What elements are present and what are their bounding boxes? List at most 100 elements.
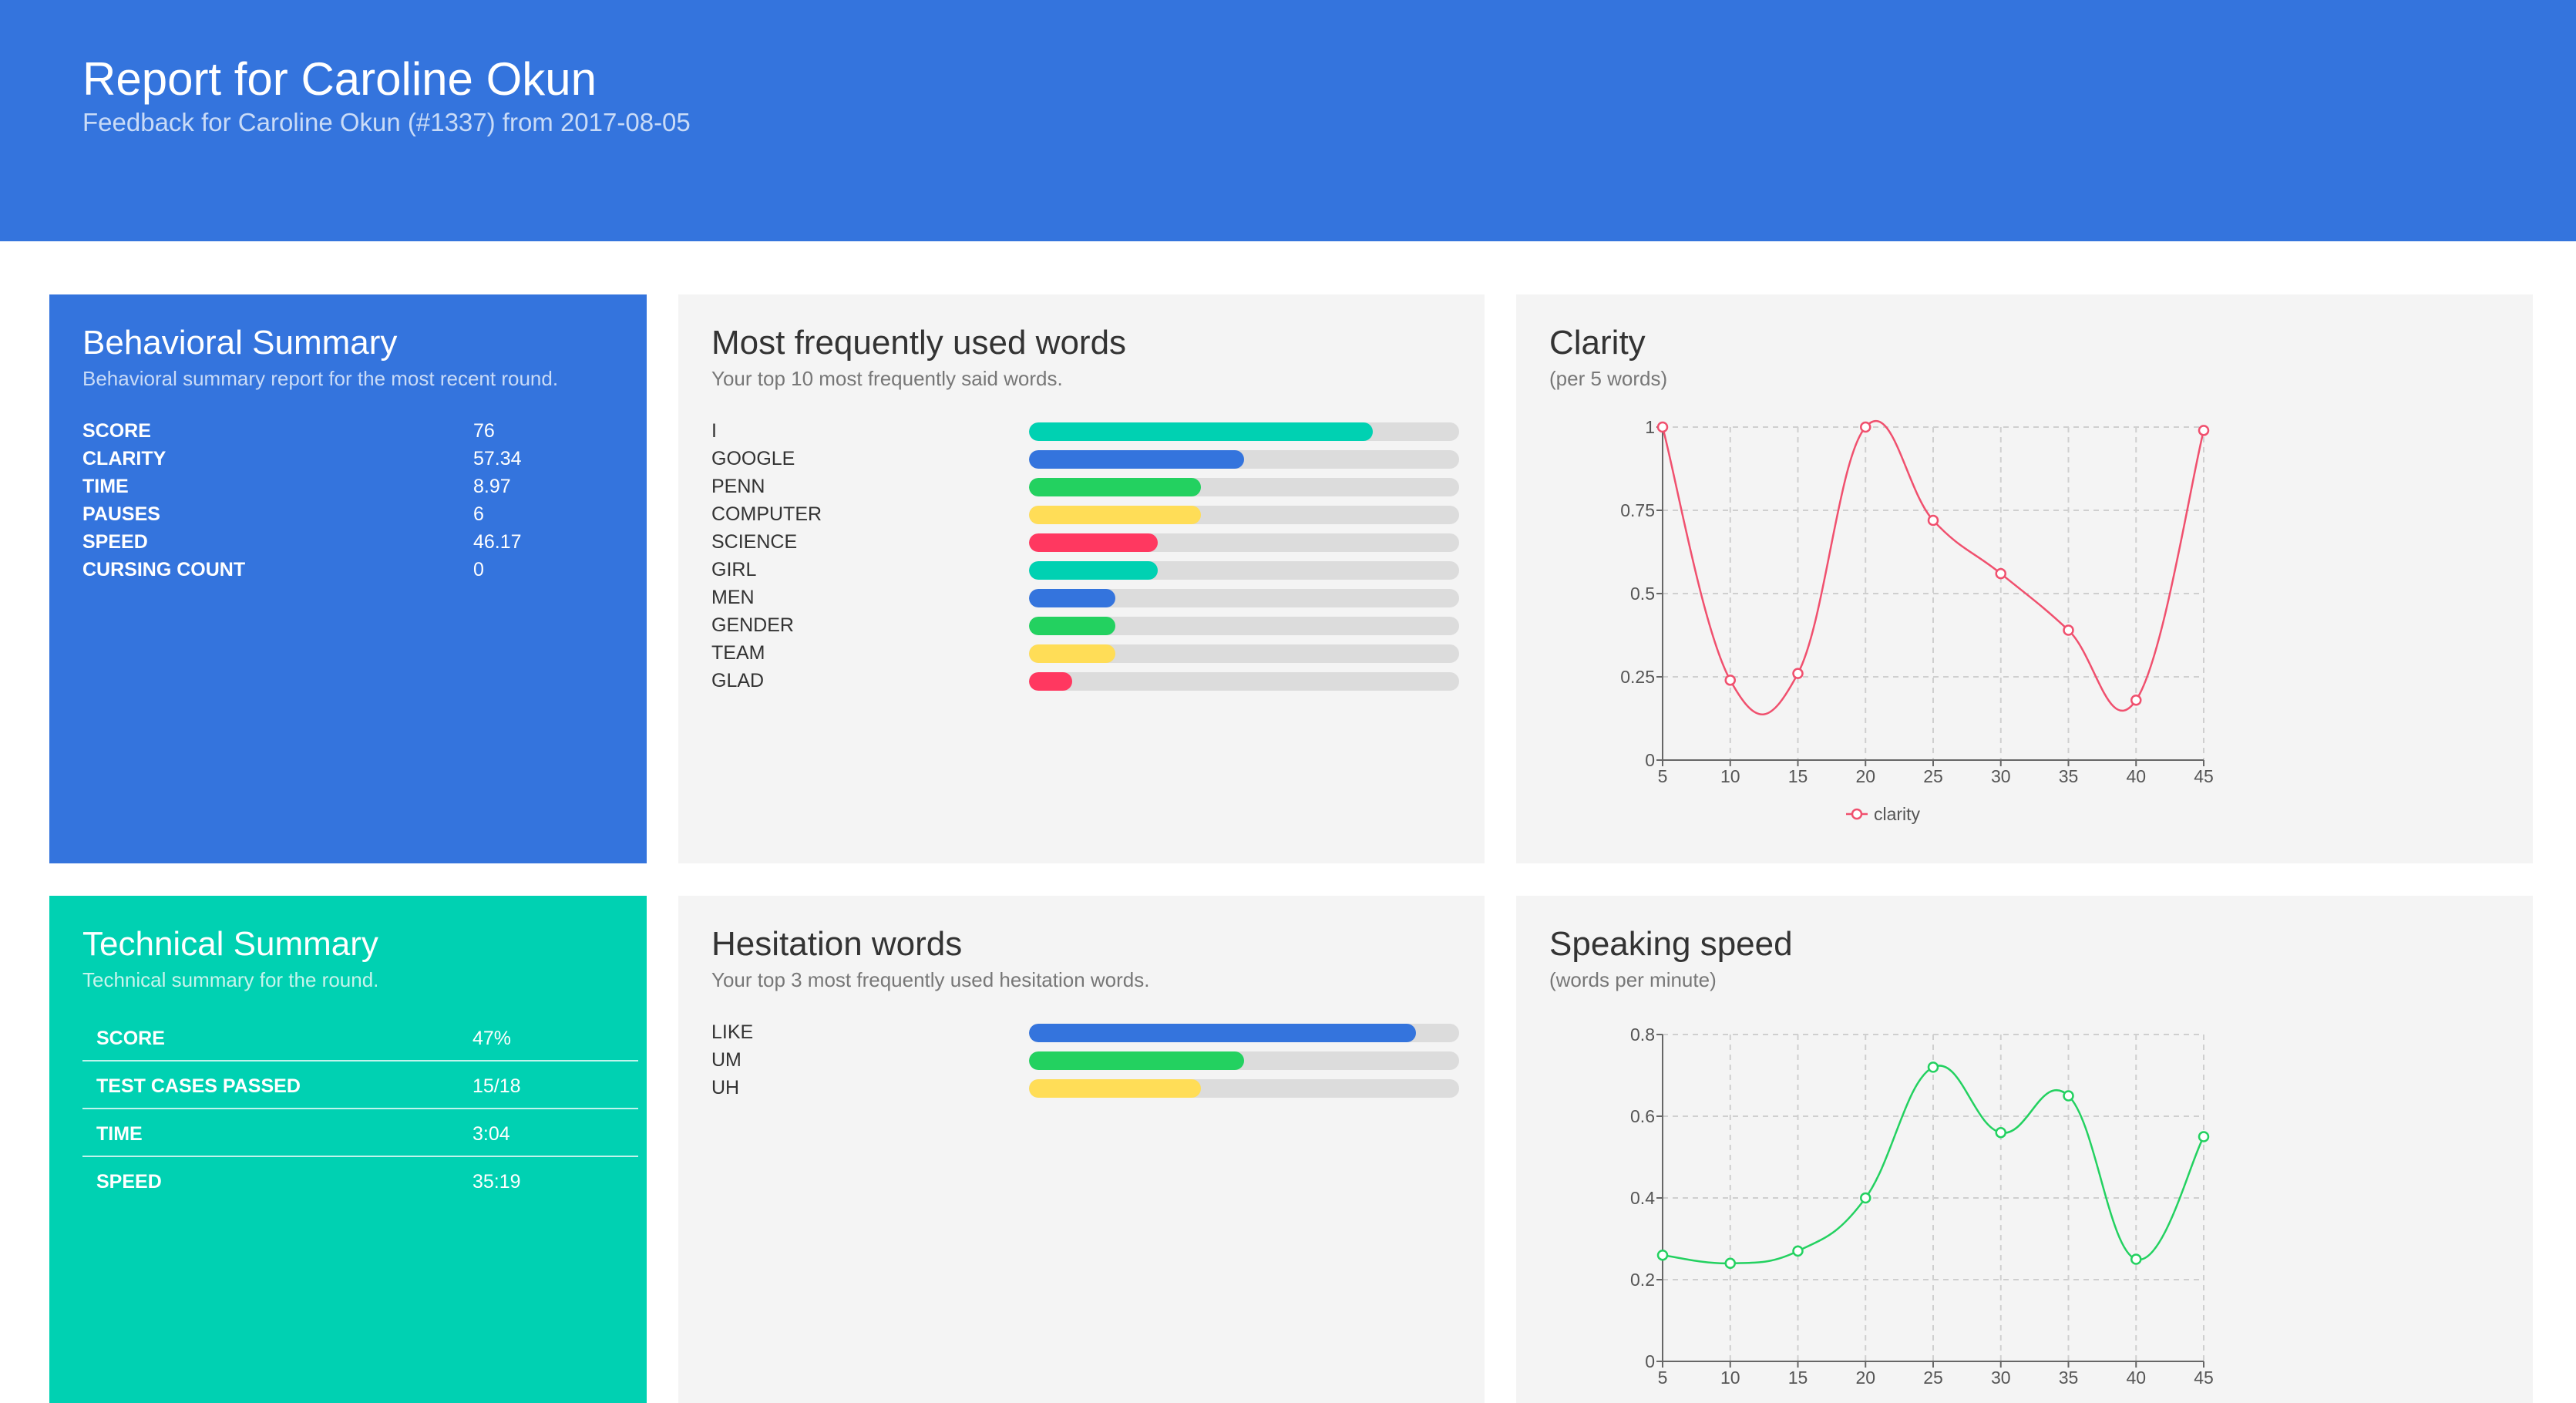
page-title-prefix: Report for [82, 53, 301, 105]
word-row: GENDER [711, 612, 1482, 640]
stat-label: SCORE [82, 420, 151, 442]
stat-value: 8.97 [473, 476, 511, 497]
word-frequency-fill [1029, 672, 1072, 691]
page-subtitle: Feedback for Caroline Okun (#1337) from … [82, 108, 691, 136]
x-tick-label: 20 [1855, 766, 1875, 786]
technical-summary-title: Technical Summary [82, 925, 378, 963]
behavioral-summary-card: Behavioral Summary Behavioral summary re… [49, 294, 647, 863]
x-tick-label: 10 [1720, 1368, 1740, 1388]
stat-value: 46.17 [473, 531, 522, 553]
word-label: GIRL [711, 559, 757, 580]
word-label: GLAD [711, 670, 765, 691]
tech-label: SCORE [96, 1028, 165, 1049]
data-point [1724, 1257, 1736, 1270]
frequent-words-subtitle: Your top 10 most frequently said words. [711, 367, 1063, 390]
tech-label: TIME [96, 1123, 143, 1145]
y-tick-label: 0 [1645, 1351, 1655, 1371]
stat-row-clarity: CLARITY 57.34 [82, 448, 607, 474]
word-row: COMPUTER [711, 501, 1482, 529]
word-label: TEAM [711, 642, 765, 664]
behavioral-summary-subtitle: Behavioral summary report for the most r… [82, 367, 559, 390]
word-frequency-bar [1029, 1079, 1459, 1098]
clarity-card: Clarity (per 5 words) 0 0.25 0.5 0.75 1 5 10 15… [1516, 294, 2533, 863]
word-row: PENN [711, 473, 1482, 501]
data-point [1927, 1062, 1939, 1073]
y-tick-label: 0.25 [1620, 667, 1655, 687]
y-tick-label: 0.75 [1620, 500, 1655, 520]
word-frequency-fill [1029, 617, 1115, 635]
y-tick-label: 1 [1645, 417, 1655, 437]
word-row: MEN [711, 584, 1482, 612]
stat-value: 57.34 [473, 448, 522, 469]
clarity-chart: 00.250.50.7515 10 15 20 25 30 35 40 45clarity [1620, 417, 2214, 824]
y-tick-label: 0.8 [1630, 1024, 1655, 1045]
legend-marker [1851, 808, 1863, 820]
x-tick-label: 30 [1991, 766, 2011, 786]
chart-legend: clarity [1846, 804, 1921, 824]
x-tick-label: 25 [1923, 766, 1943, 786]
word-frequency-bar [1029, 533, 1459, 552]
word-frequency-bar [1029, 1024, 1459, 1042]
stat-value: 0 [473, 559, 484, 580]
tech-row-time: TIME 3:04 [82, 1109, 638, 1157]
stat-value: 76 [473, 420, 495, 442]
data-point [1724, 675, 1736, 686]
word-label: GOOGLE [711, 448, 795, 469]
x-tick-label: 35 [2059, 1368, 2079, 1388]
x-tick-label: 15 [1788, 1368, 1808, 1388]
hesitation-words-subtitle: Your top 3 most frequently used hesitati… [711, 968, 1150, 991]
x-tick-label: 40 [2126, 766, 2146, 786]
word-label: COMPUTER [711, 503, 822, 525]
x-tick-label: 30 [1991, 1368, 2011, 1388]
stat-row-score: SCORE 76 [82, 420, 607, 446]
legend-label: clarity [1874, 804, 1921, 824]
data-point [1792, 668, 1804, 679]
word-frequency-fill [1029, 1079, 1202, 1098]
tech-row-speed: SPEED 35:19 [82, 1157, 638, 1205]
word-frequency-bar [1029, 1051, 1459, 1070]
y-tick-label: 0.5 [1630, 584, 1655, 604]
hesitation-words-title: Hesitation words [711, 925, 963, 963]
word-frequency-fill [1029, 1024, 1417, 1042]
tech-value: 35:19 [472, 1171, 521, 1193]
word-row: GLAD [711, 668, 1482, 695]
speaking-speed-card: Speaking speed (words per minute) 0 0.2 0.… [1516, 896, 2533, 1403]
technical-summary-subtitle: Technical summary for the round. [82, 968, 379, 991]
word-row: LIKE [711, 1019, 1482, 1047]
word-row: SCIENCE [711, 529, 1482, 557]
data-point [1860, 421, 1871, 433]
word-frequency-bar [1029, 644, 1459, 663]
word-label: LIKE [711, 1021, 754, 1043]
speaking-speed-chart: 0 0.2 0.4 0.6 0.8 5 10 15 20 25 30 35 40 45 [1630, 1024, 2214, 1388]
word-row: I [711, 418, 1482, 446]
data-point [1860, 1192, 1871, 1204]
stat-label: TIME [82, 476, 129, 497]
candidate-name: Caroline Okun [301, 53, 597, 105]
data-point [1995, 567, 2006, 580]
stat-row-time: TIME 8.97 [82, 476, 607, 502]
x-tick-label: 45 [2194, 1368, 2214, 1388]
tech-value: 3:04 [472, 1123, 510, 1145]
frequent-words-title: Most frequently used words [711, 324, 1127, 362]
data-point [1656, 421, 1669, 433]
tech-label: TEST CASES PASSED [96, 1075, 301, 1097]
stat-label: PAUSES [82, 503, 160, 525]
x-tick-label: 5 [1658, 766, 1668, 786]
word-frequency-fill [1029, 644, 1115, 663]
x-tick-label: 25 [1923, 1368, 1943, 1388]
y-tick-label: 0.6 [1630, 1106, 1655, 1126]
data-point [1656, 1249, 1669, 1261]
x-tick-label: 35 [2059, 766, 2079, 786]
data-point [2198, 1131, 2210, 1142]
word-frequency-bar [1029, 478, 1459, 496]
stat-label: CURSING COUNT [82, 559, 246, 580]
x-tick-label: 40 [2126, 1368, 2146, 1388]
tech-label: SPEED [96, 1171, 162, 1193]
chart-grid [1662, 1034, 2204, 1362]
word-row: UM [711, 1047, 1482, 1075]
word-frequency-bar [1029, 506, 1459, 524]
x-tick-label: 10 [1720, 766, 1740, 786]
y-tick-label: 0.2 [1630, 1270, 1655, 1290]
behavioral-summary-title: Behavioral Summary [82, 324, 398, 362]
word-frequency-bar [1029, 589, 1459, 607]
